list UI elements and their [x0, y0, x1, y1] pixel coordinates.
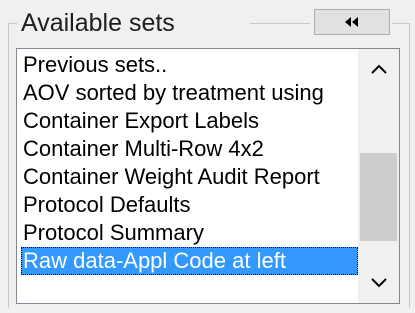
list-item[interactable]: Protocol Defaults: [17, 191, 358, 219]
list-item[interactable]: Container Weight Audit Report: [17, 163, 358, 191]
scroll-up-button[interactable]: [358, 49, 399, 89]
vertical-scrollbar[interactable]: [358, 49, 399, 303]
list-item[interactable]: Container Export Labels: [17, 107, 358, 135]
double-left-arrow-icon: [345, 17, 358, 27]
list-item-selected[interactable]: Raw data-Appl Code at left: [21, 247, 358, 275]
group-border-top-left: [8, 23, 17, 24]
scroll-thumb[interactable]: [360, 153, 397, 241]
sets-list: Previous sets.. AOV sorted by treatment …: [17, 49, 358, 275]
group-border-top-right: [392, 23, 409, 24]
group-border-top-mid: [250, 23, 310, 24]
group-border-right: [409, 23, 410, 308]
chevron-down-icon: [370, 278, 387, 288]
list-item[interactable]: Previous sets..: [17, 51, 358, 79]
chevron-up-icon: [370, 64, 387, 74]
list-item[interactable]: Protocol Summary: [17, 219, 358, 247]
panel-title: Available sets: [21, 9, 175, 37]
scroll-down-button[interactable]: [358, 263, 399, 303]
group-border-left: [8, 23, 9, 308]
list-item[interactable]: Container Multi-Row 4x2: [17, 135, 358, 163]
list-item[interactable]: AOV sorted by treatment using: [17, 79, 358, 107]
sets-listbox[interactable]: Previous sets.. AOV sorted by treatment …: [16, 48, 400, 304]
collapse-button[interactable]: [314, 9, 390, 35]
